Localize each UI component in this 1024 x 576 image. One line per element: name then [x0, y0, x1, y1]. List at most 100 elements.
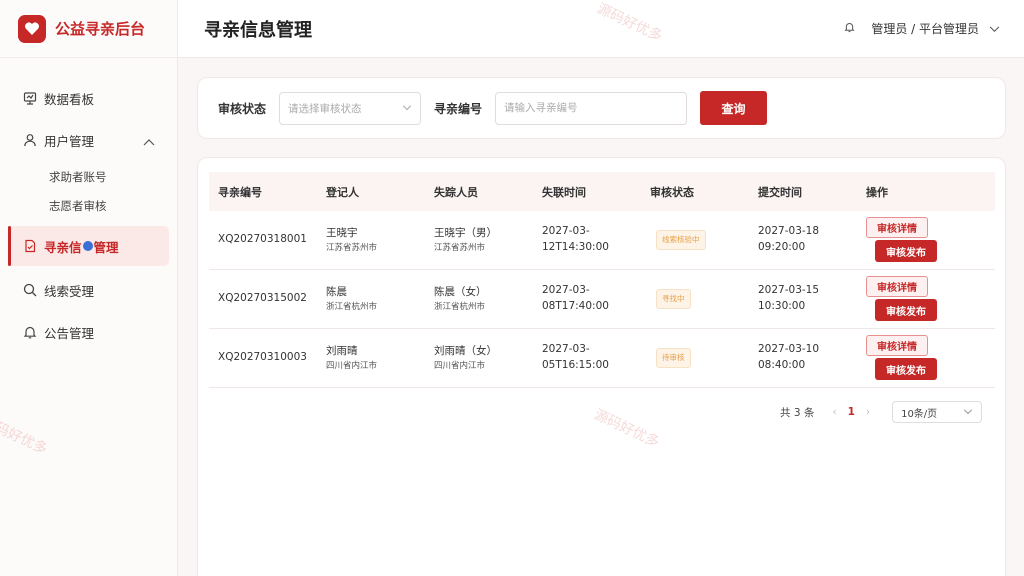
status-select-placeholder: 请选择审核状态 — [288, 102, 362, 115]
cell-lost-time: 2027-03- 12T14:30:00 — [533, 211, 641, 270]
status-badge: 线索核验中 — [656, 230, 706, 250]
table-header-row: 寻亲编号 登记人 失踪人员 失联时间 审核状态 提交时间 操作 — [209, 172, 995, 211]
review-detail-button[interactable]: 审核详情 — [866, 276, 928, 297]
review-publish-button[interactable]: 审核发布 — [875, 358, 937, 380]
registrant-name: 陈晨 — [326, 285, 347, 298]
registrant-name: 刘雨晴 — [326, 344, 358, 357]
user-icon — [23, 133, 37, 147]
sidebar-subitem-volunteer-review[interactable]: 志愿者审核 — [0, 191, 177, 220]
review-detail-button[interactable]: 审核详情 — [866, 335, 928, 356]
sidebar-nav: 数据看板 用户管理 求助者账号 志愿者审核 寻亲信 管理 线索受理 公告管理 — [0, 58, 177, 352]
records-table-card: 寻亲编号 登记人 失踪人员 失联时间 审核状态 提交时间 操作 XQ202703… — [197, 157, 1006, 576]
cell-actions: 审核详情 审核发布 — [857, 328, 995, 388]
missing-location: 四川省内江市 — [434, 360, 486, 371]
cell-missing: 陈晨（女） 浙江省杭州市 — [425, 269, 533, 329]
sidebar-subitem-helpers[interactable]: 求助者账号 — [0, 162, 177, 191]
heart-logo-icon — [18, 14, 46, 43]
sidebar-item-search-info[interactable]: 寻亲信 管理 — [8, 226, 169, 266]
table-row: XQ20270318001 王晓宇江苏省苏州市 王晓宇（男） 江苏省苏州市 202… — [209, 211, 995, 270]
column-header: 审核状态 — [650, 185, 694, 199]
prev-page-icon[interactable]: ‹ — [832, 406, 836, 418]
page-size-select[interactable]: 10条/页 — [892, 401, 983, 423]
code-search-input[interactable] — [495, 91, 688, 125]
records-table: 寻亲编号 登记人 失踪人员 失联时间 审核状态 提交时间 操作 XQ202703… — [209, 172, 995, 388]
status-filter-label: 审核状态 — [218, 101, 267, 116]
cell-missing: 刘雨晴（女） 四川省内江市 — [425, 328, 533, 388]
submit-time: 08:40:00 — [758, 359, 806, 371]
sidebar-item-label: 用户管理 — [44, 133, 95, 149]
lost-time: 05T16:15:00 — [542, 359, 609, 371]
status-select[interactable]: 请选择审核状态 — [279, 91, 422, 125]
review-publish-button[interactable]: 审核发布 — [875, 299, 937, 321]
cell-registrant: 刘雨晴 四川省内江市 — [317, 328, 425, 388]
lost-date: 2027-03- — [542, 225, 590, 238]
cell-submit-time: 2027-03-18 09:20:00 — [749, 211, 857, 270]
sidebar-item-dashboard[interactable]: 数据看板 — [8, 78, 169, 118]
cell-status: 线索核验中 — [641, 211, 749, 270]
next-page-icon[interactable]: › — [866, 406, 870, 418]
missing-person: 王晓宇（男） — [434, 226, 497, 239]
submit-time: 09:20:00 — [758, 241, 806, 253]
registrant-location: 四川省内江市 — [326, 360, 378, 371]
review-publish-button[interactable]: 审核发布 — [875, 240, 937, 262]
total-count: 共 3 条 — [780, 406, 815, 419]
cell-missing: 王晓宇（男） 江苏省苏州市 — [425, 211, 533, 270]
registrant-name: 王晓宇 — [326, 226, 358, 239]
bell-icon — [23, 325, 37, 339]
cell-actions: 审核详情 审核发布 — [857, 269, 995, 329]
chevron-down-icon — [963, 407, 973, 418]
lost-time: 12T14:30:00 — [542, 241, 609, 253]
review-detail-button[interactable]: 审核详情 — [866, 217, 928, 238]
cell-registrant: 王晓宇 江苏省苏州市 — [317, 211, 425, 270]
pagination: 共 3 条 ‹ 1 › 10条/页 — [780, 401, 983, 423]
column-header: 登记人 — [326, 185, 359, 199]
brand-name: 公益寻亲后台 — [55, 20, 146, 38]
cell-submit-time: 2027-03-15 10:30:00 — [749, 269, 857, 329]
notification-bell-icon[interactable] — [844, 21, 855, 36]
submit-date: 2027-03-10 — [758, 343, 820, 356]
cell-lost-time: 2027-03- 08T17:40:00 — [533, 269, 641, 329]
sidebar-item-announcements[interactable]: 公告管理 — [8, 312, 169, 352]
sidebar-item-label: 公告管理 — [44, 325, 95, 341]
top-header: 寻亲信息管理 管理员 / 平台管理员 — [178, 0, 1024, 58]
search-icon — [23, 283, 37, 297]
registrant-location: 浙江省杭州市 — [326, 301, 378, 312]
code-filter-label: 寻亲编号 — [434, 101, 483, 116]
sidebar-item-label: 寻亲信 — [44, 239, 82, 255]
column-header: 操作 — [866, 185, 888, 199]
sidebar-item-label-tail: 管理 — [93, 239, 119, 255]
cell-code: XQ20270318001 — [209, 211, 317, 270]
sidebar-item-label: 线索受理 — [44, 283, 95, 299]
cell-code: XQ20270315002 — [209, 269, 317, 329]
sidebar-item-clues[interactable]: 线索受理 — [8, 270, 169, 310]
missing-person: 刘雨晴（女） — [434, 344, 497, 357]
missing-location: 江苏省苏州市 — [434, 242, 486, 253]
cursor-indicator — [82, 241, 93, 251]
chevron-down-icon — [402, 102, 412, 114]
sidebar-item-label: 数据看板 — [44, 91, 95, 107]
cell-registrant: 陈晨 浙江省杭州市 — [317, 269, 425, 329]
chevron-down-icon — [989, 22, 1000, 36]
chevron-up-icon — [143, 134, 155, 149]
current-page[interactable]: 1 — [848, 406, 855, 418]
table-row: XQ20270310003 刘雨晴 四川省内江市 刘雨晴（女） 四川省内江市 202… — [209, 328, 995, 388]
query-button[interactable]: 查询 — [700, 91, 768, 125]
filter-panel: 审核状态 请选择审核状态 寻亲编号 查询 — [197, 77, 1006, 139]
submit-time: 10:30:00 — [758, 300, 806, 312]
page-size-value: 10条/页 — [901, 408, 938, 420]
cell-status: 待审核 — [641, 328, 749, 388]
table-row: XQ20270315002 陈晨浙江省杭州市 陈晨（女） 浙江省杭州市 2027-… — [209, 269, 995, 329]
page-title: 寻亲信息管理 — [204, 19, 312, 41]
registrant-location: 江苏省苏州市 — [326, 242, 378, 253]
submit-date: 2027-03-18 — [758, 225, 820, 238]
cell-actions: 审核详情 审核发布 — [857, 211, 995, 270]
missing-person: 陈晨（女） — [434, 285, 487, 298]
column-header: 提交时间 — [758, 185, 802, 199]
sidebar-item-users[interactable]: 用户管理 — [8, 120, 169, 160]
column-header: 失联时间 — [542, 185, 586, 199]
missing-location: 浙江省杭州市 — [434, 301, 486, 312]
column-header: 寻亲编号 — [218, 185, 262, 199]
dashboard-icon — [23, 91, 37, 105]
cell-status: 寻找中 — [641, 269, 749, 329]
user-menu[interactable]: 管理员 / 平台管理员 — [844, 20, 1000, 37]
